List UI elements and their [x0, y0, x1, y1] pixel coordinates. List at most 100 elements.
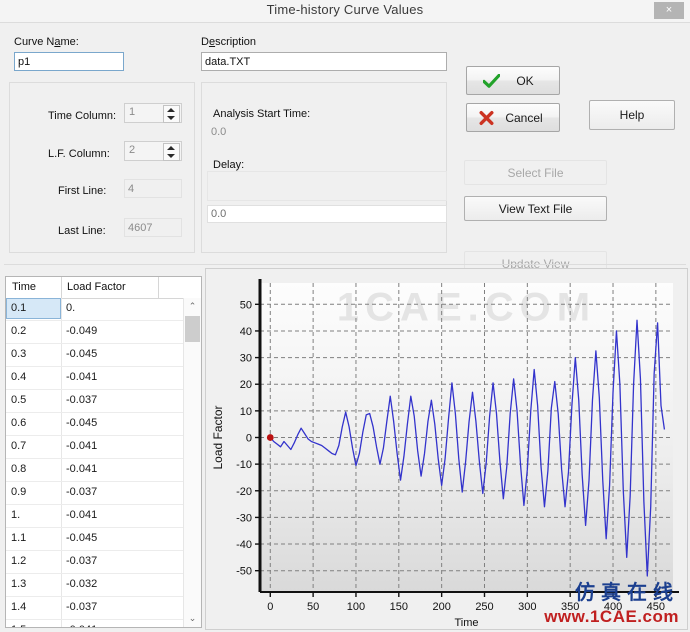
first-line-input[interactable] [124, 179, 182, 198]
svg-text:-20: -20 [236, 486, 252, 498]
scroll-down-icon[interactable]: ⌄ [184, 610, 201, 627]
cell-divider [61, 528, 62, 550]
cell-time: 1.4 [11, 601, 27, 613]
close-icon[interactable]: × [654, 2, 684, 19]
cell-time: 0.2 [11, 325, 27, 337]
caret-down-icon[interactable] [167, 154, 175, 158]
chart-canvas: 1CAE.COM -50 -40 -30 -20 -10 0 10 20 30 40 50 0 50 100… [206, 269, 687, 629]
svg-text:-30: -30 [236, 512, 252, 524]
table-row[interactable]: 1.5 -0.041 [6, 620, 185, 627]
help-button-label: Help [619, 108, 645, 122]
table-vertical-scrollbar[interactable]: ⌃ ⌄ [183, 298, 201, 627]
svg-text:Time: Time [454, 617, 478, 629]
header-divider [158, 277, 159, 298]
cell-load-factor: 0. [66, 302, 76, 314]
cell-time: 0.9 [11, 486, 27, 498]
svg-text:250: 250 [475, 601, 493, 613]
cross-icon [479, 110, 494, 125]
lf-column-spinner-buttons[interactable] [163, 143, 180, 161]
table-row[interactable]: 0.4 -0.041 [6, 367, 185, 390]
select-file-button-label: Select File [507, 165, 564, 180]
help-button[interactable]: Help [589, 100, 675, 130]
svg-text:Load Factor: Load Factor [211, 405, 225, 469]
table-row[interactable]: 1.1 -0.045 [6, 528, 185, 551]
table-row[interactable]: 1.2 -0.037 [6, 551, 185, 574]
svg-text:10: 10 [240, 406, 252, 418]
view-text-file-button-label: View Text File [498, 201, 573, 216]
cell-time: 1. [11, 509, 21, 521]
svg-text:100: 100 [347, 601, 365, 613]
time-column-label: Time Column: [48, 110, 117, 122]
ok-button[interactable]: OK [466, 66, 560, 95]
curve-name-label: Curve Name: [14, 36, 79, 48]
caret-down-icon[interactable] [167, 116, 175, 120]
cell-time: 0.1 [11, 302, 27, 314]
table-row[interactable]: 0.2 -0.049 [6, 321, 185, 344]
table-row[interactable]: 0.7 -0.041 [6, 436, 185, 459]
cancel-button-label: Cancel [505, 110, 543, 125]
cell-load-factor: -0.037 [66, 601, 98, 613]
cell-divider [61, 574, 62, 596]
cell-divider [61, 505, 62, 527]
svg-text:200: 200 [432, 601, 450, 613]
view-text-file-button[interactable]: View Text File [464, 196, 607, 221]
last-line-label: Last Line: [58, 225, 106, 237]
column-header-time[interactable]: Time [12, 281, 36, 293]
cell-divider [61, 321, 62, 343]
cell-load-factor: -0.045 [66, 532, 98, 544]
select-file-button[interactable]: Select File [464, 160, 607, 185]
analysis-start-time-input[interactable] [207, 123, 441, 141]
lf-column-stepper[interactable]: 2 [124, 141, 182, 161]
svg-text:-50: -50 [236, 566, 252, 578]
delay-input[interactable] [207, 205, 447, 223]
lf-column-label: L.F. Column: [48, 148, 110, 160]
svg-text:50: 50 [307, 601, 319, 613]
cell-time: 1.2 [11, 555, 27, 567]
svg-text:50: 50 [240, 299, 252, 311]
table-row[interactable]: 0.3 -0.045 [6, 344, 185, 367]
table-body[interactable]: 0.1 0. 0.2 -0.049 0.3 -0.045 0.4 -0.041 0.5 -0.03… [6, 298, 185, 627]
time-history-chart[interactable]: 1CAE.COM -50 -40 -30 -20 -10 0 10 20 30 40 50 0 50 100… [205, 268, 688, 630]
cell-divider [61, 436, 62, 458]
cell-divider [61, 597, 62, 619]
description-input[interactable] [201, 52, 447, 71]
cell-load-factor: -0.041 [66, 624, 97, 627]
table-row[interactable]: 0.9 -0.037 [6, 482, 185, 505]
cell-divider [61, 459, 62, 481]
form-region: Curve Name: Description Time Column: 1 L… [0, 23, 690, 276]
last-line-input[interactable] [124, 218, 182, 237]
table-row[interactable]: 0.6 -0.045 [6, 413, 185, 436]
curve-name-input[interactable] [14, 52, 124, 71]
scroll-up-icon[interactable]: ⌃ [184, 298, 201, 315]
table-row[interactable]: 1.4 -0.037 [6, 597, 185, 620]
time-column-value: 1 [129, 106, 136, 118]
time-column-spinner-buttons[interactable] [163, 105, 180, 123]
table-row[interactable]: 0.5 -0.037 [6, 390, 185, 413]
time-column-stepper[interactable]: 1 [124, 103, 182, 123]
cell-load-factor: -0.037 [66, 555, 98, 567]
caret-up-icon[interactable] [167, 146, 175, 150]
cell-time: 1.1 [11, 532, 27, 544]
ok-button-label: OK [516, 73, 534, 88]
first-line-label: First Line: [58, 185, 107, 197]
cell-time: 0.4 [11, 371, 27, 383]
cancel-button[interactable]: Cancel [466, 103, 560, 132]
section-divider [4, 264, 686, 265]
cell-time: 0.6 [11, 417, 27, 429]
scrollbar-thumb[interactable] [185, 316, 200, 342]
cell-divider [61, 367, 62, 389]
cell-divider [61, 413, 62, 435]
table-row[interactable]: 0.8 -0.041 [6, 459, 185, 482]
window-title: Time-history Curve Values [266, 2, 424, 17]
cell-time: 1.3 [11, 578, 27, 590]
table-row[interactable]: 1.3 -0.032 [6, 574, 185, 597]
cell-load-factor: -0.037 [66, 394, 98, 406]
curve-values-table: Time Load Factor 0.1 0. 0.2 -0.049 0.3 -0.045… [5, 276, 202, 628]
table-row[interactable]: 1. -0.041 [6, 505, 185, 528]
table-row[interactable]: 0.1 0. [6, 298, 185, 321]
cell-time: 0.8 [11, 463, 27, 475]
column-header-load-factor[interactable]: Load Factor [67, 281, 126, 293]
caret-up-icon[interactable] [167, 108, 175, 112]
cell-load-factor: -0.049 [66, 325, 98, 337]
cell-load-factor: -0.041 [66, 509, 98, 521]
